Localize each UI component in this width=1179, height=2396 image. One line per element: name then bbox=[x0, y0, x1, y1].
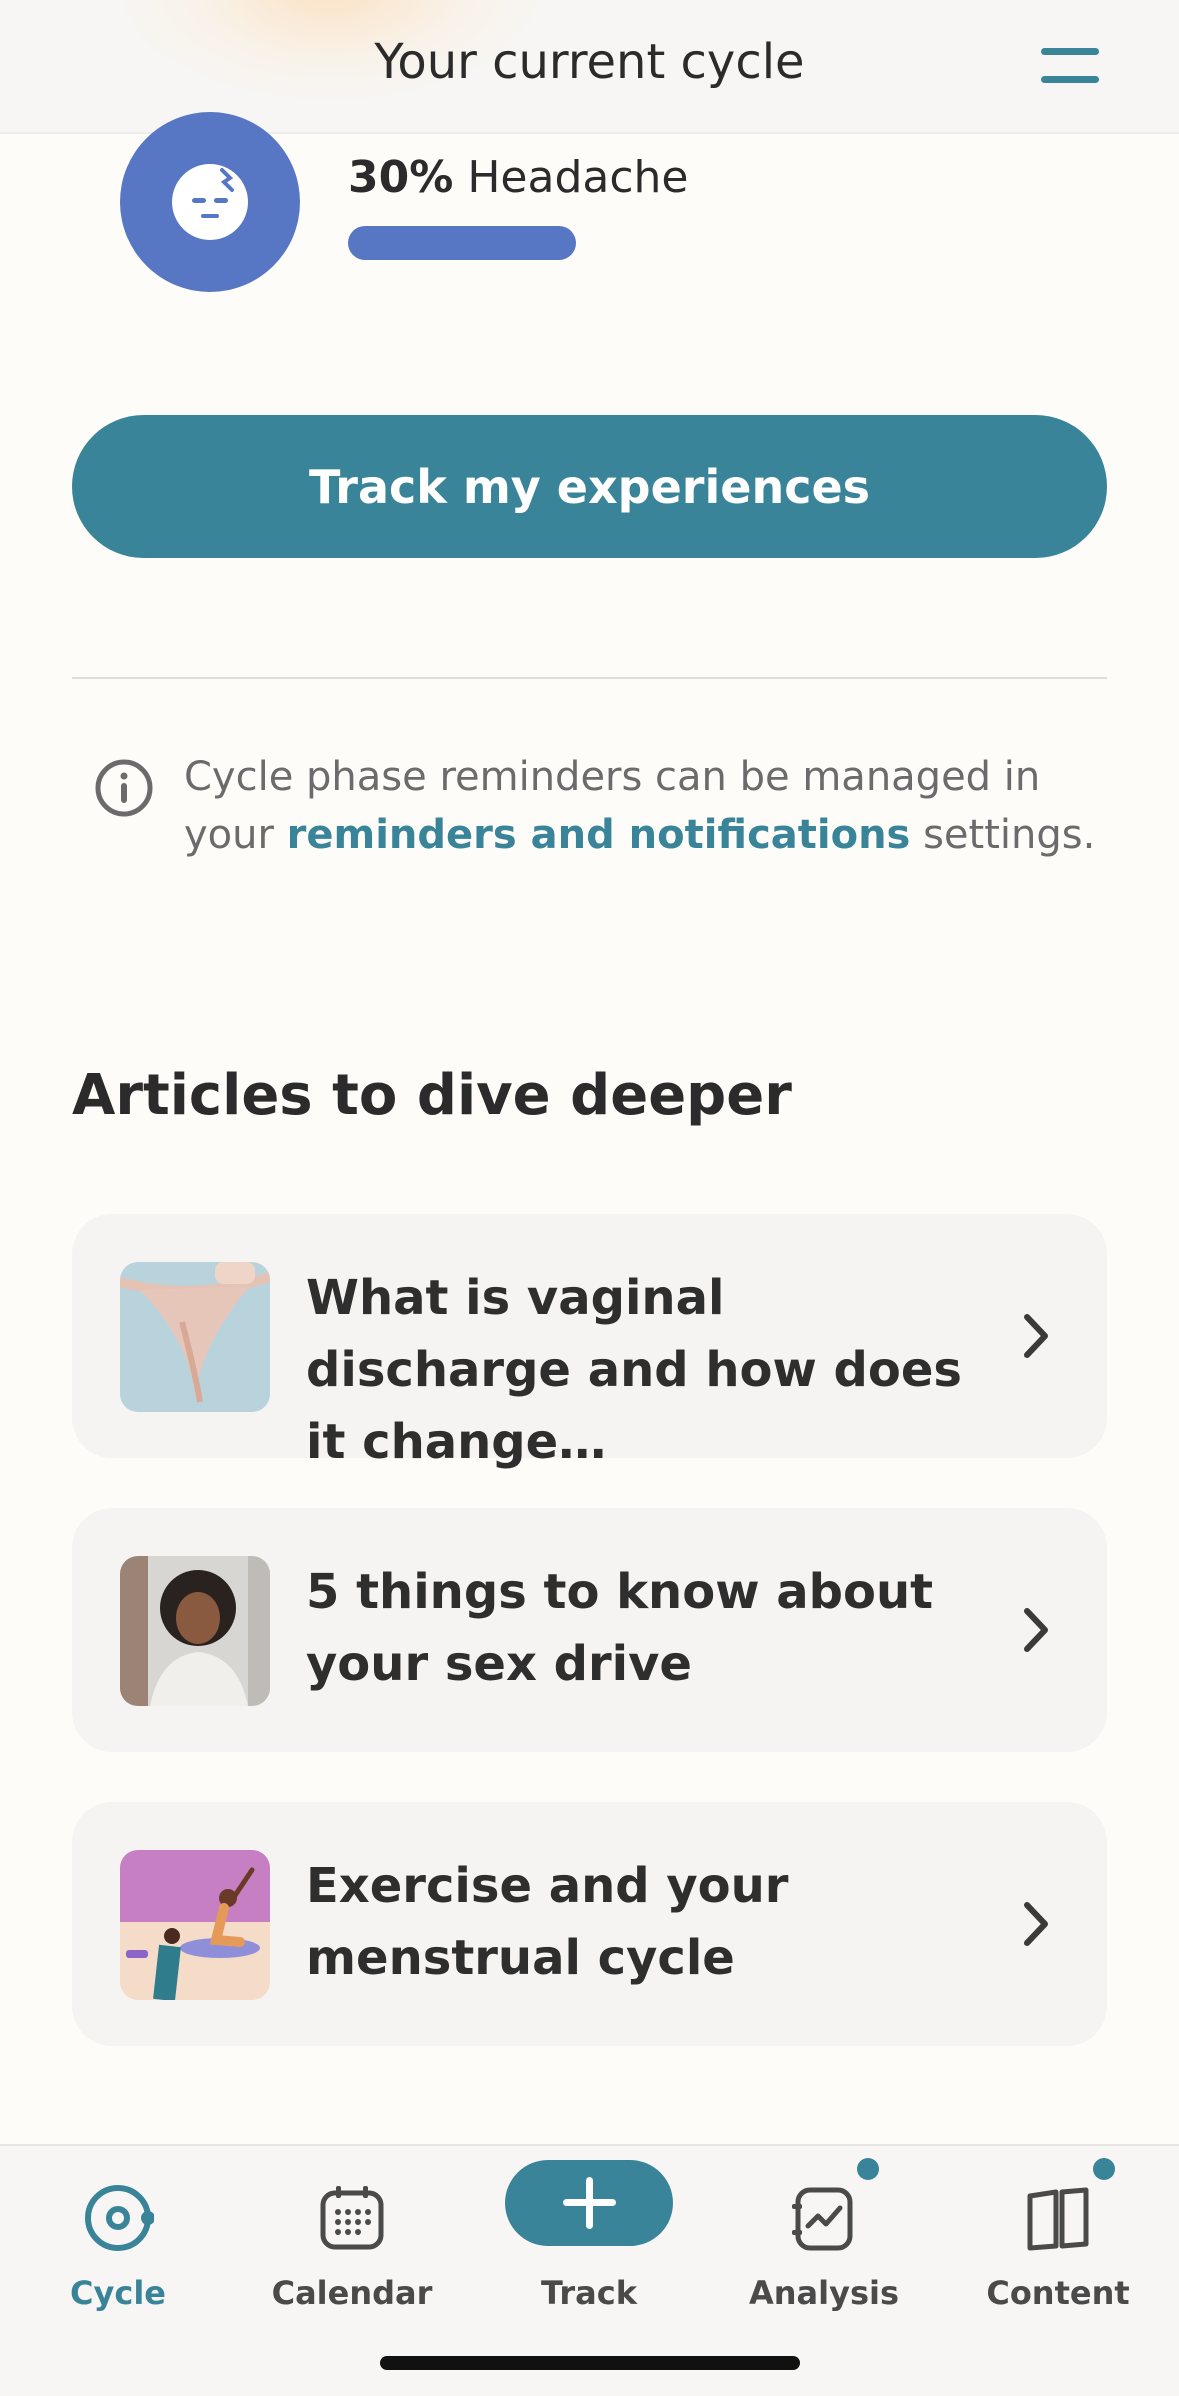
article-title: What is vaginal discharge and how does i… bbox=[306, 1270, 962, 1470]
tab-label: Track bbox=[541, 2274, 637, 2312]
tab-label: Calendar bbox=[271, 2274, 433, 2312]
tab-track[interactable]: Track bbox=[489, 2166, 689, 2326]
analysis-notification-dot bbox=[857, 2158, 879, 2180]
tab-content[interactable]: Content bbox=[958, 2166, 1158, 2326]
reminders-info-text: Cycle phase reminders can be managed in … bbox=[184, 748, 1104, 864]
reminders-notifications-link[interactable]: reminders and notifications bbox=[287, 812, 911, 858]
articles-section-title: Articles to dive deeper bbox=[72, 1063, 792, 1128]
calendar-icon bbox=[316, 2182, 388, 2254]
symptom-label: Headache bbox=[467, 152, 689, 203]
tab-label: Content bbox=[986, 2274, 1130, 2312]
headache-symptom-badge bbox=[120, 112, 300, 292]
headache-face-icon-graphic bbox=[192, 168, 234, 218]
chevron-right-icon bbox=[1017, 1897, 1057, 1951]
top-header: Your current cycle bbox=[0, 0, 1179, 134]
content-notification-dot bbox=[1093, 2158, 1115, 2180]
tab-analysis[interactable]: Analysis bbox=[724, 2166, 924, 2326]
chevron-right-icon bbox=[1017, 1603, 1057, 1657]
article-card-exercise[interactable]: Exercise and your menstrual cycle bbox=[72, 1802, 1107, 2046]
tab-calendar[interactable]: Calendar bbox=[252, 2166, 452, 2326]
page-title: Your current cycle bbox=[374, 34, 805, 90]
info-text-end: settings. bbox=[910, 812, 1096, 858]
article-card-sex-drive[interactable]: 5 things to know about your sex drive bbox=[72, 1508, 1107, 1752]
headache-face-icon bbox=[172, 164, 248, 240]
article-title: Exercise and your menstrual cycle bbox=[306, 1858, 789, 1986]
divider bbox=[72, 677, 1107, 679]
info-icon bbox=[94, 758, 154, 818]
symptom-percent: 30% bbox=[348, 152, 454, 203]
cycle-icon bbox=[82, 2182, 155, 2254]
article-thumbnail bbox=[120, 1262, 270, 1412]
chevron-right-icon bbox=[1017, 1309, 1057, 1363]
tab-cycle[interactable]: Cycle bbox=[18, 2166, 218, 2326]
home-indicator bbox=[380, 2356, 800, 2370]
tab-label: Cycle bbox=[70, 2274, 166, 2312]
article-thumbnail bbox=[120, 1556, 270, 1706]
menu-icon bbox=[1041, 48, 1099, 55]
analysis-icon bbox=[788, 2182, 860, 2254]
track-experiences-button[interactable]: Track my experiences bbox=[72, 415, 1107, 558]
article-card-vaginal-discharge[interactable]: What is vaginal discharge and how does i… bbox=[72, 1214, 1107, 1470]
symptom-value: 30% Headache bbox=[348, 152, 689, 203]
menu-button[interactable] bbox=[1037, 46, 1103, 86]
symptom-level-bar bbox=[348, 226, 576, 260]
menu-icon-line bbox=[1041, 76, 1099, 83]
tab-label: Analysis bbox=[748, 2274, 900, 2312]
book-icon bbox=[1022, 2182, 1094, 2254]
article-title: 5 things to know about your sex drive bbox=[306, 1564, 934, 1692]
article-thumbnail bbox=[120, 1850, 270, 2000]
